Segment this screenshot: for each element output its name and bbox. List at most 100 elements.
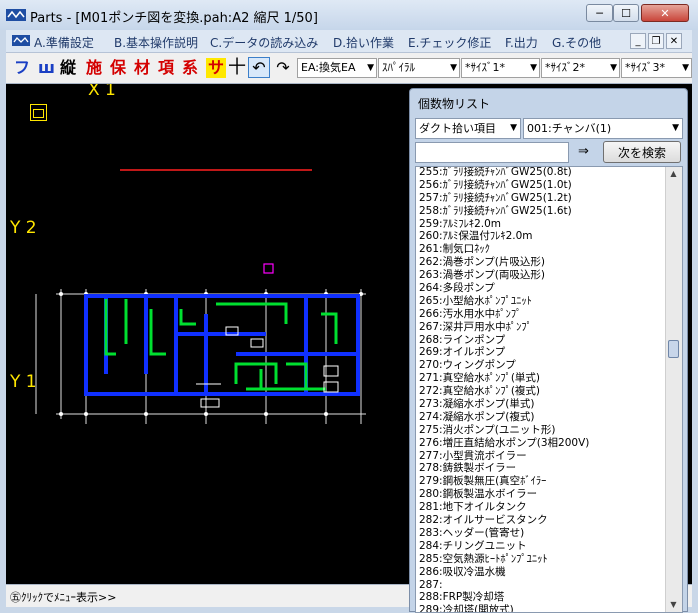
list-item[interactable]: 278:鋳鉄製ボイラー (419, 462, 667, 475)
panel-title: 個数物リスト (418, 97, 491, 111)
list-item[interactable]: 279:鋼板製無圧(真空ﾎﾞｲﾗｰ (419, 475, 667, 488)
list-item[interactable]: 274:凝縮水ポンプ(複式) (419, 411, 667, 424)
list-item[interactable]: 288:FRP製冷却塔 (419, 591, 667, 604)
chevron-down-icon: ▼ (610, 63, 617, 73)
scroll-down-icon[interactable]: ▼ (667, 598, 680, 612)
chevron-down-icon: ▼ (510, 123, 517, 133)
size1-combo-value: *ｻｲｽﾞ1* (465, 61, 505, 74)
list-item[interactable]: 276:増圧直結給水ポンプ(3相200V) (419, 437, 667, 450)
tool-duct-button[interactable]: ш (38, 58, 55, 78)
chevron-down-icon: ▼ (367, 63, 374, 73)
menu-check-fix[interactable]: E.チェック修正 (408, 34, 491, 51)
tool-frame-button[interactable]: フ (14, 58, 30, 78)
document-icon (12, 35, 30, 46)
list-item[interactable]: 270:ウィングポンプ (419, 359, 667, 372)
size2-combo[interactable]: *ｻｲｽﾞ2* ▼ (541, 58, 620, 78)
list-item[interactable]: 286:吸収冷温水機 (419, 566, 667, 579)
category-combo-value: ダクト拾い項目 (419, 122, 496, 135)
chevron-down-icon: ▼ (682, 63, 689, 73)
menu-bar: A.準備設定 B.基本操作説明 C.データの読み込み D.拾い作業 E.チェック… (6, 30, 692, 53)
scroll-up-icon[interactable]: ▲ (667, 167, 680, 181)
item-list-entries: 255:ｶﾞﾗﾘ接続ﾁｬﾝﾊﾞGW25(0.8t) 256:ｶﾞﾗﾘ接続ﾁｬﾝﾊﾞ… (419, 167, 667, 612)
list-scrollbar[interactable]: ▲ ▼ (665, 167, 682, 612)
list-item[interactable]: 277:小型貫流ボイラー (419, 450, 667, 463)
maximize-icon: ☐ (621, 6, 631, 20)
list-item[interactable]: 255:ｶﾞﾗﾘ接続ﾁｬﾝﾊﾞGW25(0.8t) (419, 167, 667, 179)
item-combo[interactable]: 001:チャンバ(1) ▼ (523, 118, 683, 139)
menu-prepare-settings[interactable]: A.準備設定 (34, 34, 94, 51)
list-item[interactable]: 280:鋼板製温水ボイラー (419, 488, 667, 501)
system-combo[interactable]: EA:換気EA ▼ (297, 58, 377, 78)
scrollbar-thumb[interactable] (668, 340, 679, 358)
item-list[interactable]: 255:ｶﾞﾗﾘ接続ﾁｬﾝﾊﾞGW25(0.8t) 256:ｶﾞﾗﾘ接続ﾁｬﾝﾊﾞ… (415, 166, 683, 613)
list-item[interactable]: 261:制気口ﾈｯｸ (419, 243, 667, 256)
menu-other[interactable]: G.その他 (552, 34, 601, 51)
list-item[interactable]: 262:渦巻ポンプ(片吸込形) (419, 256, 667, 269)
restore-icon: ❐ (651, 35, 661, 47)
tool-vertical-button[interactable]: 縦 (60, 58, 76, 78)
list-item[interactable]: 281:地下オイルタンク (419, 501, 667, 514)
item-combo-value: 001:チャンバ(1) (527, 122, 612, 135)
list-item[interactable]: 258:ｶﾞﾗﾘ接続ﾁｬﾝﾊﾞGW25(1.6t) (419, 205, 667, 218)
status-menu-hint[interactable]: ㊄ｸﾘｯｸでﾒﾆｭｰ表示>> (10, 589, 116, 605)
chevron-down-icon: ▼ (672, 123, 679, 133)
size3-combo[interactable]: *ｻｲｽﾞ3* ▼ (621, 58, 692, 78)
layer-grid-icon[interactable] (30, 104, 47, 121)
menu-load-data[interactable]: C.データの読み込み (210, 34, 318, 51)
crosshair-button[interactable]: 十 (228, 58, 246, 78)
list-item[interactable]: 256:ｶﾞﾗﾘ接続ﾁｬﾝﾊﾞGW25(1.0t) (419, 179, 667, 192)
size3-combo-value: *ｻｲｽﾞ3* (625, 61, 665, 74)
tool-item-button[interactable]: 項 (158, 58, 174, 78)
menu-pickup-work[interactable]: D.拾い作業 (333, 34, 394, 51)
list-item[interactable]: 271:真空給水ﾎﾟﾝﾌﾟ(単式) (419, 372, 667, 385)
list-item[interactable]: 267:深井戸用水中ﾎﾟﾝﾌﾟ (419, 321, 667, 334)
maximize-button[interactable]: ☐ (613, 4, 639, 22)
close-icon: ✕ (660, 6, 670, 20)
list-item[interactable]: 257:ｶﾞﾗﾘ接続ﾁｬﾝﾊﾞGW25(1.2t) (419, 192, 667, 205)
axis-label-y1: Y 1 (10, 372, 37, 392)
menu-output[interactable]: F.出力 (505, 34, 538, 51)
tool-construction-button[interactable]: 施 (86, 58, 102, 78)
undo-icon: ↶ (252, 58, 266, 77)
list-item[interactable]: 285:空気熱源ﾋｰﾄﾎﾟﾝﾌﾟﾕﾆｯﾄ (419, 553, 667, 566)
app-logo-icon (6, 9, 26, 21)
list-item[interactable]: 264:多段ポンプ (419, 282, 667, 295)
search-input[interactable] (415, 142, 569, 163)
mdi-minimize-button[interactable]: _ (630, 33, 646, 49)
close-button[interactable]: ✕ (641, 4, 689, 22)
material-combo[interactable]: ｽﾊﾟｲﾗﾙ ▼ (378, 58, 460, 78)
undo-button[interactable]: ↶ (248, 57, 270, 78)
list-item[interactable]: 275:消火ポンプ(ユニット形) (419, 424, 667, 437)
list-item[interactable]: 283:ヘッダー(管寄せ) (419, 527, 667, 540)
category-combo[interactable]: ダクト拾い項目 ▼ (415, 118, 521, 139)
list-item[interactable]: 266:汚水用水中ﾎﾟﾝﾌﾟ (419, 308, 667, 321)
list-item[interactable]: 269:オイルポンプ (419, 346, 667, 359)
tool-size-button[interactable]: サ (206, 58, 227, 78)
size1-combo[interactable]: *ｻｲｽﾞ1* ▼ (461, 58, 540, 78)
minimize-button[interactable]: ─ (586, 4, 613, 22)
menu-basic-operation[interactable]: B.基本操作説明 (114, 34, 198, 51)
minimize-icon: _ (635, 35, 641, 47)
list-item[interactable]: 272:真空給水ﾎﾟﾝﾌﾟ(複式) (419, 385, 667, 398)
list-item[interactable]: 287: (419, 579, 667, 592)
redo-icon: ↷ (276, 58, 290, 77)
tool-insulation-button[interactable]: 保 (110, 58, 126, 78)
list-item[interactable]: 265:小型給水ﾎﾟﾝﾌﾟﾕﾆｯﾄ (419, 295, 667, 308)
list-item[interactable]: 268:ラインポンプ (419, 334, 667, 347)
list-item[interactable]: 282:オイルサービスタンク (419, 514, 667, 527)
tool-system-button[interactable]: 系 (182, 58, 198, 78)
toolbar: フ ш 縦 施 保 材 項 系 サ 十 ↶ ↷ EA:換気EA ▼ ｽﾊﾟｲﾗﾙ ▼… (6, 53, 692, 84)
list-item[interactable]: 284:チリングユニット (419, 540, 667, 553)
window-title: Parts - [M01ポンチ図を変換.pah:A2 縮尺 1/50] (30, 11, 318, 26)
tool-material-button[interactable]: 材 (134, 58, 150, 78)
material-combo-value: ｽﾊﾟｲﾗﾙ (382, 61, 415, 74)
mdi-close-button[interactable]: ✕ (666, 33, 682, 49)
list-item[interactable]: 273:凝縮水ポンプ(単式) (419, 398, 667, 411)
find-next-button[interactable]: 次を検索 (603, 141, 681, 163)
mdi-restore-button[interactable]: ❐ (648, 33, 664, 49)
list-item[interactable]: 260:ｱﾙﾐ保温付ﾌﾚｷ2.0m (419, 230, 667, 243)
minimize-icon: ─ (596, 6, 603, 20)
list-item[interactable]: 259:ｱﾙﾐﾌﾚｷ2.0m (419, 218, 667, 231)
list-item[interactable]: 263:渦巻ポンプ(両吸込形) (419, 269, 667, 282)
redo-button[interactable]: ↷ (273, 57, 293, 78)
